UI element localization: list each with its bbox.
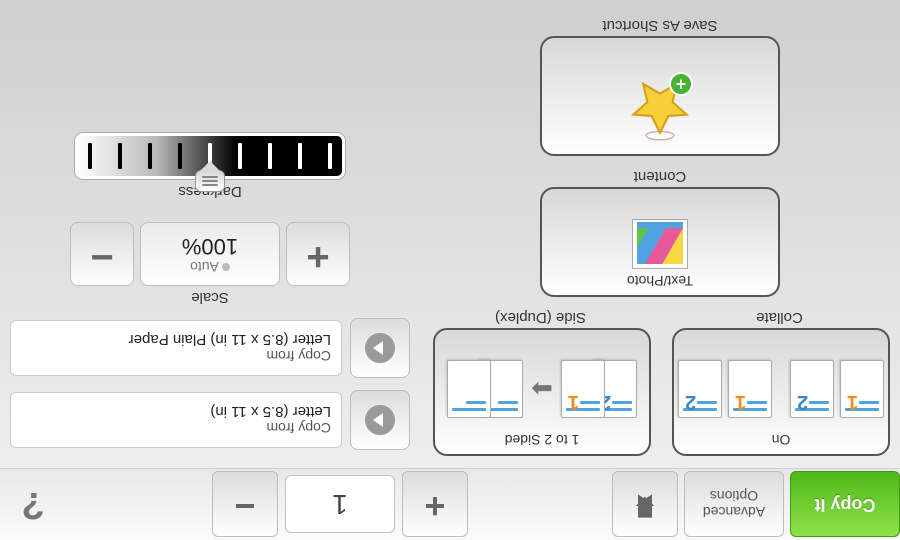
arrow-right-icon: [365, 405, 395, 435]
scale-section: Scale + Auto 100% −: [10, 222, 410, 306]
scale-plus-button[interactable]: +: [286, 222, 350, 286]
copy-from-row: Copy from Letter (8.5 x 11 in) Plain Pap…: [10, 318, 410, 378]
copy-from-label: Copy from: [21, 349, 331, 365]
collate-graphic: 1 2 1 2: [678, 352, 884, 426]
count-plus-button[interactable]: +: [402, 472, 468, 538]
top-toolbar: Copy It Advanced Options + 1 − ?: [0, 468, 900, 540]
arrow-right-icon: [365, 333, 395, 363]
copy-count-field[interactable]: 1: [285, 476, 395, 534]
content-caption: Content: [430, 168, 890, 185]
bookmark-icon: [631, 489, 659, 520]
advanced-options-button[interactable]: Advanced Options: [684, 472, 784, 538]
settings-column: Copy from Letter (8.5 x 11 in) Copy from…: [10, 10, 410, 456]
options-column: On 1 2 1 2 Collate 1 to 2 Sided 2: [430, 10, 890, 456]
help-icon: ?: [21, 483, 44, 526]
save-shortcut-top-button[interactable]: [612, 472, 678, 538]
star-icon: +: [625, 74, 695, 144]
help-button[interactable]: ?: [3, 472, 63, 538]
collate-value: On: [772, 432, 791, 448]
content-tile[interactable]: Text/Photo: [540, 187, 780, 297]
scale-value: 100%: [182, 233, 238, 259]
copy-to-value: Letter (8.5 x 11 in): [21, 404, 331, 421]
copy-from-field[interactable]: Copy from Letter (8.5 x 11 in) Plain Pap…: [10, 320, 342, 376]
darkness-slider[interactable]: [75, 133, 345, 179]
scale-minus-button[interactable]: −: [70, 222, 134, 286]
duplex-caption: Side (Duplex): [430, 309, 651, 326]
duplex-graphic: 2 1 ➡: [447, 352, 637, 426]
copy-to-row: Copy from Letter (8.5 x 11 in): [10, 390, 410, 450]
collate-tile[interactable]: On 1 2 1 2: [672, 328, 890, 456]
scale-display[interactable]: Auto 100%: [140, 222, 280, 286]
copy-from-value: Letter (8.5 x 11 in) Plain Paper: [21, 332, 331, 349]
content-value: Text/Photo: [627, 273, 693, 289]
scale-label: Scale: [10, 289, 410, 306]
save-shortcut-tile[interactable]: +: [540, 36, 780, 156]
duplex-value: 1 to 2 Sided: [505, 432, 580, 448]
darkness-section: Darkness: [10, 133, 410, 200]
content-area: On 1 2 1 2 Collate 1 to 2 Sided 2: [0, 0, 900, 468]
copy-to-label: Copy from: [21, 421, 331, 437]
darkness-thumb[interactable]: [195, 170, 225, 192]
arrow-right-icon: ➡: [531, 374, 553, 405]
copy-count-value: 1: [332, 489, 348, 521]
copy-from-expand-button[interactable]: [350, 318, 410, 378]
advanced-line1: Advanced: [703, 505, 765, 521]
collate-caption: Collate: [669, 309, 890, 326]
count-minus-button[interactable]: −: [212, 472, 278, 538]
copy-it-button[interactable]: Copy It: [790, 472, 900, 538]
copy-to-field[interactable]: Copy from Letter (8.5 x 11 in): [10, 392, 342, 448]
scale-auto: Auto: [190, 259, 219, 275]
auto-dot-icon: [222, 263, 230, 271]
shortcut-caption: Save As Shortcut: [430, 17, 890, 34]
duplex-tile[interactable]: 1 to 2 Sided 2 1 ➡: [433, 328, 651, 456]
copy-to-expand-button[interactable]: [350, 390, 410, 450]
copy-it-label: Copy It: [815, 494, 876, 515]
advanced-line2: Options: [710, 489, 758, 505]
content-graphic: [632, 219, 688, 269]
plus-badge-icon: +: [669, 72, 693, 96]
